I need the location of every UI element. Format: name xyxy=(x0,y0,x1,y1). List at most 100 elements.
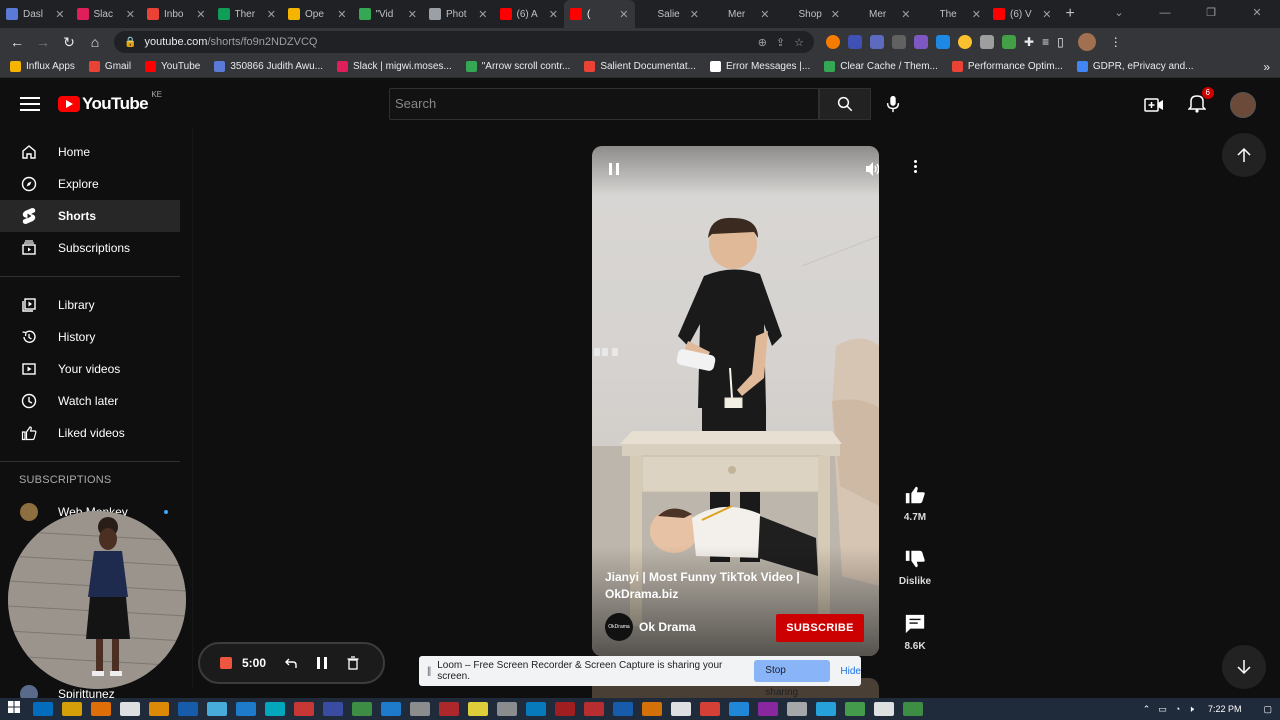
extension-icon[interactable] xyxy=(826,35,840,49)
close-tab-icon[interactable]: ✕ xyxy=(831,8,840,21)
browser-tab[interactable]: The ✕ xyxy=(917,0,988,28)
chrome-menu-icon[interactable]: ⋮ xyxy=(1110,35,1122,49)
camera-extension-icon[interactable] xyxy=(980,35,994,49)
browser-tab[interactable]: (6) A ✕ xyxy=(494,0,565,28)
back-arrow-icon[interactable]: ← xyxy=(4,34,30,50)
sidebar-item-library[interactable]: Library xyxy=(0,289,180,321)
reading-list-icon[interactable]: ≡ xyxy=(1042,35,1049,49)
address-bar[interactable]: 🔒 youtube.com/shorts/fo9n2NDZVCQ ⊕ ⇪ ☆ xyxy=(114,31,814,53)
install-app-icon[interactable]: ⊕ xyxy=(758,36,767,49)
browser-tab[interactable]: Shop ✕ xyxy=(776,0,847,28)
taskbar-app-icon[interactable] xyxy=(815,702,836,716)
bookmark-item[interactable]: Gmail xyxy=(88,61,131,72)
loom-camera-bubble[interactable] xyxy=(8,511,186,689)
close-tab-icon[interactable]: ✕ xyxy=(760,8,769,21)
menu-icon[interactable] xyxy=(20,97,40,111)
extension-icon[interactable] xyxy=(892,35,906,49)
bookmark-item[interactable]: Salient Documentat... xyxy=(584,61,696,72)
voice-search-button[interactable] xyxy=(880,88,906,120)
notifications-button[interactable]: 6 xyxy=(1187,86,1214,118)
close-tab-icon[interactable]: ✕ xyxy=(408,8,417,21)
bookmark-item[interactable]: "Arrow scroll contr... xyxy=(465,61,570,72)
notification-center-icon[interactable]: ▢ xyxy=(1263,704,1272,715)
taskbar-app-icon[interactable] xyxy=(90,702,111,716)
close-tab-icon[interactable]: ✕ xyxy=(1042,8,1051,21)
windows-start-icon[interactable] xyxy=(8,700,20,718)
browser-tab[interactable]: Slac ✕ xyxy=(71,0,142,28)
like-button[interactable]: 4.7M xyxy=(893,484,937,523)
browser-tab[interactable]: (✕ xyxy=(564,0,635,28)
taskbar-app-icon[interactable] xyxy=(351,702,372,716)
browser-tab[interactable]: (6) V ✕ xyxy=(987,0,1058,28)
taskbar-app-icon[interactable] xyxy=(235,702,256,716)
close-window-button[interactable]: ✕ xyxy=(1234,0,1280,28)
sidebar-item-explore[interactable]: Explore xyxy=(0,168,180,200)
bookmark-item[interactable]: Performance Optim... xyxy=(951,61,1063,72)
short-video-player[interactable]: Jianyi | Most Funny TikTok Video | OkDra… xyxy=(592,146,879,656)
taskbar-app-icon[interactable] xyxy=(293,702,314,716)
bookmark-item[interactable]: GDPR, ePrivacy and... xyxy=(1076,61,1194,72)
bookmark-item[interactable]: Clear Cache / Them... xyxy=(824,61,938,72)
close-tab-icon[interactable]: ✕ xyxy=(267,8,276,21)
browser-tab[interactable]: Ope ✕ xyxy=(282,0,353,28)
youtube-logo[interactable]: YouTube KE xyxy=(58,90,162,114)
taskbar-app-icon[interactable] xyxy=(467,702,488,716)
taskbar-app-icon[interactable] xyxy=(641,702,662,716)
sidebar-item-watch-later[interactable]: Watch later xyxy=(0,385,180,417)
taskbar-app-icon[interactable] xyxy=(206,702,227,716)
close-tab-icon[interactable]: ✕ xyxy=(690,8,699,21)
bookmark-item[interactable]: Error Messages |... xyxy=(709,61,810,72)
share-icon[interactable]: ⇪ xyxy=(776,36,785,49)
previous-short-button[interactable] xyxy=(1222,133,1266,177)
tab-search-icon[interactable]: ⌄ xyxy=(1096,0,1142,28)
taskbar-app-icon[interactable] xyxy=(438,702,459,716)
taskbar-app-icon[interactable] xyxy=(757,702,778,716)
extension-icon[interactable] xyxy=(936,35,950,49)
bookmark-item[interactable]: YouTube xyxy=(145,61,200,72)
taskbar-app-icon[interactable] xyxy=(612,702,633,716)
taskbar-app-icon[interactable] xyxy=(496,702,517,716)
drag-handle-icon[interactable]: || xyxy=(427,666,431,677)
browser-tab[interactable]: Mer ✕ xyxy=(846,0,917,28)
trash-icon[interactable] xyxy=(346,656,360,670)
extension-icon[interactable] xyxy=(848,35,862,49)
restore-button[interactable]: ❐ xyxy=(1188,0,1234,28)
subscribe-button[interactable]: SUBSCRIBE xyxy=(776,614,864,642)
close-tab-icon[interactable]: ✕ xyxy=(196,8,205,21)
hide-button[interactable]: Hide xyxy=(840,666,861,677)
bookmark-item[interactable]: 350866 Judith Awu... xyxy=(214,61,323,72)
next-short-button[interactable] xyxy=(1222,645,1266,689)
taskbar-app-icon[interactable] xyxy=(148,702,169,716)
taskbar-app-icon[interactable] xyxy=(699,702,720,716)
taskbar-app-icon[interactable] xyxy=(380,702,401,716)
taskbar-app-icon[interactable] xyxy=(409,702,430,716)
extension-icon[interactable] xyxy=(914,35,928,49)
browser-tab[interactable]: Inbo ✕ xyxy=(141,0,212,28)
tray-overflow-icon[interactable]: ⌃ xyxy=(1143,704,1151,715)
taskbar-app-icon[interactable] xyxy=(525,702,546,716)
taskbar-app-icon[interactable] xyxy=(902,702,923,716)
extension-icon[interactable] xyxy=(958,35,972,49)
taskbar-app-icon[interactable] xyxy=(322,702,343,716)
stop-recording-button[interactable] xyxy=(220,657,232,669)
extension-icon[interactable] xyxy=(1002,35,1016,49)
taskbar-clock[interactable]: 7:22 PM xyxy=(1208,704,1242,714)
new-tab-button[interactable]: + xyxy=(1058,5,1083,23)
taskbar-app-icon[interactable] xyxy=(583,702,604,716)
browser-tab[interactable]: Salie ✕ xyxy=(635,0,706,28)
browser-tab[interactable]: Phot ✕ xyxy=(423,0,494,28)
short-title[interactable]: Jianyi | Most Funny TikTok Video | OkDra… xyxy=(605,569,845,603)
browser-tab[interactable]: "Vid ✕ xyxy=(353,0,424,28)
browser-tab[interactable]: Dasl ✕ xyxy=(0,0,71,28)
taskbar-app-icon[interactable] xyxy=(264,702,285,716)
forward-arrow-icon[interactable]: → xyxy=(30,34,56,50)
bookmarks-overflow-icon[interactable]: » xyxy=(1263,60,1270,74)
taskbar-app-icon[interactable] xyxy=(119,702,140,716)
network-icon[interactable]: ◔ xyxy=(1175,704,1180,714)
side-panel-icon[interactable]: ▯ xyxy=(1057,35,1064,49)
sidebar-item-liked-videos[interactable]: Liked videos xyxy=(0,417,180,449)
create-video-icon[interactable] xyxy=(1144,97,1164,113)
close-tab-icon[interactable]: ✕ xyxy=(901,8,910,21)
taskbar-app-icon[interactable] xyxy=(61,702,82,716)
channel-info[interactable]: OkDrama Ok Drama xyxy=(605,613,696,641)
